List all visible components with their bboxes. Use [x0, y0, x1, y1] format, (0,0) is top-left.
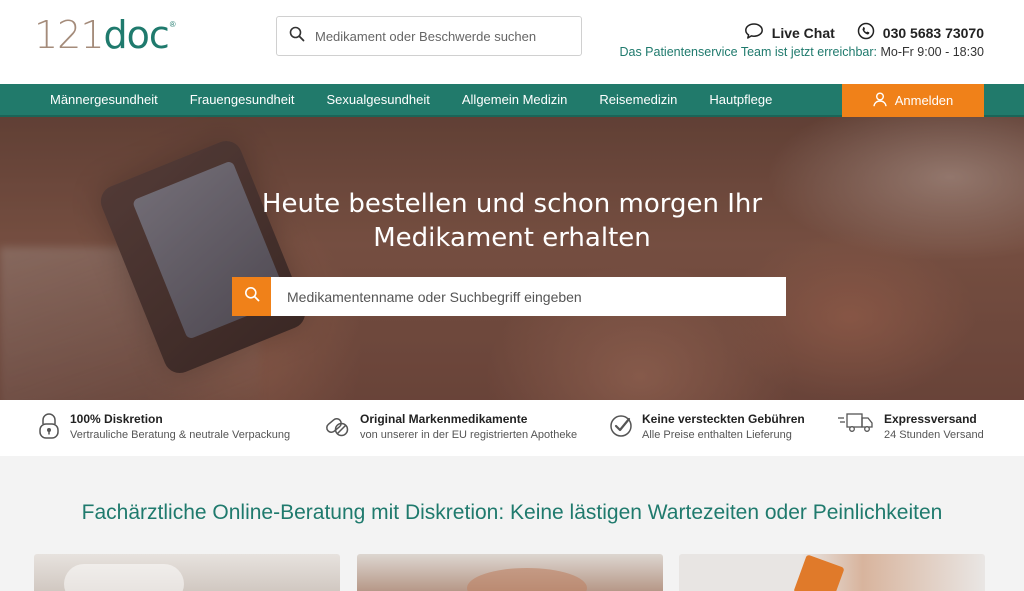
hero-headline-line1: Heute bestellen und schon morgen Ihr: [261, 189, 763, 219]
nav-item-reisemedizin[interactable]: Reisemedizin: [583, 83, 693, 116]
usp-item-no-hidden-fees: Keine versteckten Gebühren Alle Preise e…: [610, 412, 805, 443]
card-image: [467, 568, 587, 591]
logo-word: doc: [103, 13, 170, 57]
main-nav: Männergesundheit Frauengesundheit Sexual…: [34, 84, 984, 117]
live-chat-label: Live Chat: [771, 24, 835, 41]
truck-icon: [838, 412, 874, 439]
usp-item-original-medication: Original Markenmedikamente von unserer i…: [324, 412, 577, 443]
nav-item-allgemein-medizin[interactable]: Allgemein Medizin: [446, 83, 584, 116]
user-icon: [873, 92, 887, 110]
usp-title: Keine versteckten Gebühren: [642, 412, 805, 426]
usp-bar: 100% Diskretion Vertrauliche Beratung & …: [0, 400, 1024, 456]
hero-banner: Heute bestellen und schon morgen Ihr Med…: [0, 117, 1024, 400]
nav-bar-left-edge: [0, 84, 34, 117]
nav-item-maennergesundheit[interactable]: Männergesundheit: [34, 83, 174, 116]
usp-subtitle: Alle Preise enthalten Lieferung: [642, 429, 792, 441]
logo-number: 121: [34, 13, 105, 57]
service-availability: Das Patientenservice Team ist jetzt erre…: [619, 45, 984, 59]
login-button[interactable]: Anmelden: [842, 84, 984, 117]
site-header: 121 doc ® Live Chat 030 5683 73070 Das P…: [0, 0, 1024, 84]
pills-icon: [324, 412, 350, 443]
service-label: Das Patientenservice Team ist jetzt erre…: [619, 45, 877, 59]
usp-subtitle: von unserer in der EU registrierten Apot…: [360, 429, 578, 441]
usp-title: Expressversand: [884, 412, 977, 426]
section-title: Fachärztliche Online-Beratung mit Diskre…: [81, 501, 943, 524]
phone-icon: [857, 22, 875, 43]
contact-bar: Live Chat 030 5683 73070: [744, 22, 984, 43]
lock-icon: [38, 412, 60, 445]
usp-title: Original Markenmedikamente: [360, 412, 528, 426]
hero-search-button[interactable]: [232, 277, 271, 316]
usp-item-discretion: 100% Diskretion Vertrauliche Beratung & …: [38, 412, 290, 445]
nav-item-sexualgesundheit[interactable]: Sexualgesundheit: [311, 83, 446, 116]
search-icon[interactable]: [289, 26, 305, 47]
hero-overlay: [0, 117, 1024, 400]
usp-title: 100% Diskretion: [70, 412, 163, 426]
hero-headline: Heute bestellen und schon morgen Ihr Med…: [0, 187, 1024, 255]
checkmark-badge-icon: [610, 412, 632, 443]
logo[interactable]: 121 doc ®: [34, 14, 176, 56]
live-chat-link[interactable]: Live Chat: [744, 22, 835, 43]
category-card-2[interactable]: [357, 554, 663, 591]
card-image: [64, 564, 184, 591]
chat-bubble-icon: [744, 22, 764, 43]
usp-subtitle: Vertrauliche Beratung & neutrale Verpack…: [70, 429, 291, 441]
phone-link[interactable]: 030 5683 73070: [857, 22, 984, 43]
header-search-input[interactable]: [315, 28, 555, 44]
category-card-1[interactable]: [34, 554, 340, 591]
usp-item-express-shipping: Expressversand 24 Stunden Versand: [838, 412, 984, 443]
hero-search-box[interactable]: [232, 277, 786, 316]
category-card-3[interactable]: [679, 554, 985, 591]
consultation-section: Fachärztliche Online-Beratung mit Diskre…: [0, 456, 1024, 591]
usp-subtitle: 24 Stunden Versand: [884, 429, 984, 441]
logo-registered-mark: ®: [169, 20, 176, 29]
search-icon: [244, 286, 260, 307]
nav-bar-right-edge: [984, 84, 1024, 117]
login-label: Anmelden: [894, 93, 954, 108]
header-search-box[interactable]: [276, 16, 582, 56]
card-image: [793, 554, 845, 591]
hero-headline-line2: Medikament erhalten: [373, 223, 651, 253]
nav-item-frauengesundheit[interactable]: Frauengesundheit: [174, 83, 311, 116]
hero-search-input[interactable]: [271, 277, 786, 316]
service-hours: Mo-Fr 9:00 - 18:30: [880, 45, 984, 59]
phone-number: 030 5683 73070: [882, 24, 984, 41]
nav-item-hautpflege[interactable]: Hautpflege: [693, 83, 788, 116]
